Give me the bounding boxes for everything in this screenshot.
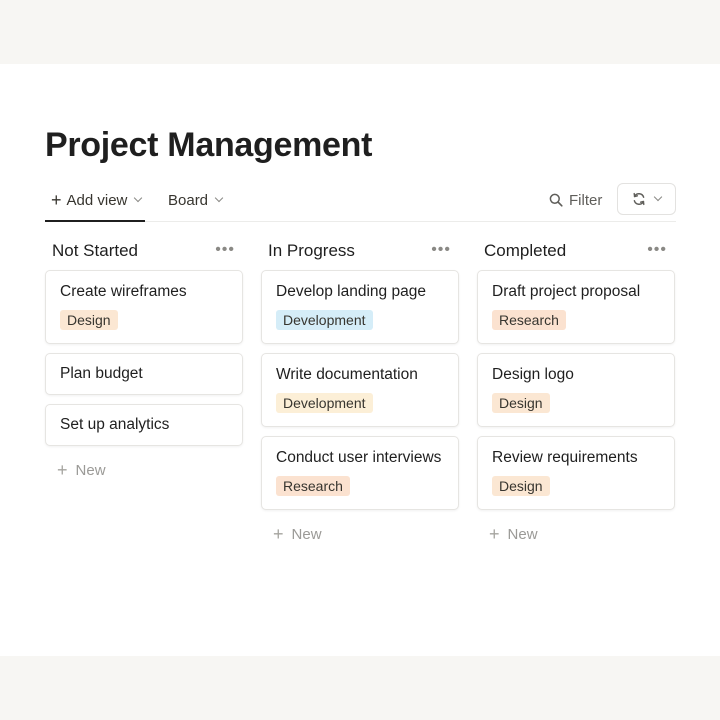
search-icon <box>549 193 563 207</box>
card-title: Plan budget <box>60 365 143 382</box>
add-view-button[interactable]: + Add view <box>51 184 143 216</box>
card-title: Design logo <box>492 366 574 383</box>
task-card[interactable]: Design logo Design <box>477 353 675 427</box>
task-card[interactable]: Review requirements Design <box>477 436 675 510</box>
tag-badge: Development <box>276 310 373 330</box>
more-icon[interactable]: ••• <box>215 241 235 259</box>
task-card[interactable]: Develop landing page Development <box>261 270 459 344</box>
tag-badge: Research <box>492 310 566 330</box>
card-title: Develop landing page <box>276 283 426 300</box>
new-card-button[interactable]: + New <box>261 519 459 549</box>
board-column-not-started: Not Started ••• Create wireframes Design… <box>45 232 243 485</box>
card-title: Draft project proposal <box>492 283 641 300</box>
task-card[interactable]: Create wireframes Design <box>45 270 243 344</box>
tag-badge: Design <box>492 393 550 413</box>
page-title: Project Management <box>45 126 373 164</box>
board-column-in-progress: In Progress ••• Develop landing page Dev… <box>261 232 459 549</box>
task-card[interactable]: Plan budget <box>45 353 243 395</box>
add-view-label: Add view <box>66 191 128 209</box>
plus-icon: + <box>273 523 284 544</box>
board-column-completed: Completed ••• Draft project proposal Res… <box>477 232 675 549</box>
card-title: Conduct user interviews <box>276 449 442 466</box>
tag-badge: Development <box>276 393 373 413</box>
column-header: Completed ••• <box>477 232 675 270</box>
more-icon[interactable]: ••• <box>431 241 451 259</box>
column-title: Completed <box>484 241 567 260</box>
page-canvas: Project Management + Add view Board Filt… <box>0 64 720 656</box>
board-view-button[interactable]: Board <box>168 184 224 216</box>
active-view-underline <box>45 220 145 222</box>
card-title: Create wireframes <box>60 283 187 300</box>
tag-badge: Research <box>276 476 350 496</box>
plus-icon: + <box>57 459 68 480</box>
chevron-down-icon <box>134 193 143 203</box>
card-title: Write documentation <box>276 366 418 383</box>
task-card[interactable]: Set up analytics <box>45 404 243 446</box>
tag-badge: Design <box>492 476 550 496</box>
new-card-label: New <box>291 525 322 543</box>
task-card[interactable]: Conduct user interviews Research <box>261 436 459 510</box>
column-header: In Progress ••• <box>261 232 459 270</box>
new-card-label: New <box>507 525 538 543</box>
column-title: In Progress <box>268 241 355 260</box>
new-card-button[interactable]: + New <box>477 519 675 549</box>
card-title: Set up analytics <box>60 416 170 433</box>
column-header: Not Started ••• <box>45 232 243 270</box>
task-card[interactable]: Draft project proposal Research <box>477 270 675 344</box>
plus-icon: + <box>489 523 500 544</box>
tag-badge: Design <box>60 310 118 330</box>
new-card-button[interactable]: + New <box>45 455 243 485</box>
board-view-label: Board <box>168 191 209 209</box>
filter-label: Filter <box>569 191 603 209</box>
filter-button[interactable]: Filter <box>549 184 602 216</box>
chevron-down-icon <box>653 192 663 202</box>
plus-icon: + <box>51 189 62 210</box>
task-card[interactable]: Write documentation Development <box>261 353 459 427</box>
view-toolbar: + Add view Board Filter <box>45 183 676 222</box>
chevron-down-icon <box>214 193 224 203</box>
sync-options-button[interactable] <box>617 183 676 215</box>
column-title: Not Started <box>52 241 138 260</box>
more-icon[interactable]: ••• <box>647 241 667 259</box>
sync-icon <box>633 192 645 206</box>
card-title: Review requirements <box>492 449 638 466</box>
new-card-label: New <box>75 461 106 479</box>
